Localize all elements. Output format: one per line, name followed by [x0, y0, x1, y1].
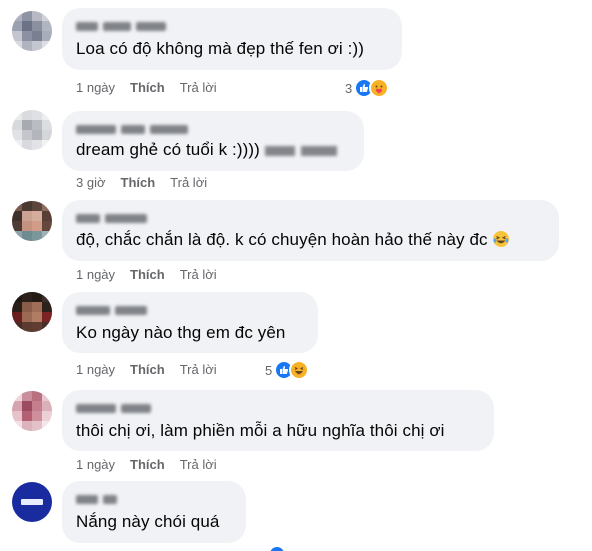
commenter-name-blurred[interactable] [76, 302, 306, 315]
reaction-summary[interactable]: 5 [265, 360, 310, 380]
comment-bubble: dream ghẻ có tuổi k :)))) [62, 111, 364, 171]
comment-actions: 3 giờ Thích Trả lời [76, 175, 207, 190]
comment-text: Nắng này chói quá [76, 512, 220, 531]
reply-button[interactable]: Trả lời [180, 267, 217, 282]
avatar[interactable] [12, 201, 52, 241]
comment-text: Loa có độ không mà đẹp thế fen ơi :)) [76, 39, 364, 58]
comment-time[interactable]: 1 ngày [76, 362, 115, 377]
like-button[interactable]: Thích [121, 175, 156, 190]
laughing-tears-icon [492, 230, 510, 254]
comment-text: Ko ngày nào thg em đc yên [76, 323, 286, 342]
reaction-summary[interactable]: 3 [345, 78, 390, 98]
commenter-name-blurred[interactable] [76, 18, 390, 31]
comment-time[interactable]: 1 ngày [76, 267, 115, 282]
reply-button[interactable]: Trả lời [180, 457, 217, 472]
comment-bubble: thôi chị ơi, làm phiền mỗi a hữu nghĩa t… [62, 390, 494, 451]
like-button[interactable]: Thích [130, 362, 165, 377]
haha-icon [289, 360, 310, 380]
comment-text: dream ghẻ có tuổi k :)))) [76, 139, 352, 161]
avatar[interactable] [12, 292, 52, 332]
comment-actions: 1 ngày Thích Trả lời [76, 80, 217, 95]
comment-bubble: Ko ngày nào thg em đc yên [62, 292, 318, 353]
avatar[interactable] [12, 11, 52, 51]
comment-text: thôi chị ơi, làm phiền mỗi a hữu nghĩa t… [76, 421, 445, 440]
care-icon [369, 78, 390, 98]
comment-actions: 1 ngày Thích Trả lời [76, 267, 217, 282]
reply-button[interactable]: Trả lời [180, 80, 217, 95]
commenter-name-blurred[interactable] [76, 121, 352, 134]
reaction-summary-partial [266, 547, 288, 551]
comment-time[interactable]: 3 giờ [76, 175, 106, 190]
reply-button[interactable]: Trả lời [180, 362, 217, 377]
comment-actions: 1 ngày Thích Trả lời [76, 457, 217, 472]
like-button[interactable]: Thích [130, 457, 165, 472]
comment-bubble: Loa có độ không mà đẹp thế fen ơi :)) [62, 8, 402, 70]
like-button[interactable]: Thích [130, 80, 165, 95]
comment-time[interactable]: 1 ngày [76, 80, 115, 95]
commenter-name-blurred[interactable] [76, 400, 482, 413]
commenter-name-blurred[interactable] [76, 210, 547, 223]
avatar[interactable] [12, 391, 52, 431]
commenter-name-blurred[interactable] [76, 491, 234, 504]
reaction-count: 5 [265, 362, 273, 378]
avatar[interactable] [12, 482, 52, 522]
avatar[interactable] [12, 110, 52, 150]
comment-text: độ, chắc chắn là độ. k có chuyện hoàn hả… [76, 229, 547, 254]
reaction-count: 3 [345, 80, 353, 96]
like-button[interactable]: Thích [130, 267, 165, 282]
comment-bubble: Nắng này chói quá [62, 481, 246, 543]
comment-time[interactable]: 1 ngày [76, 457, 115, 472]
comment-bubble: độ, chắc chắn là độ. k có chuyện hoàn hả… [62, 200, 559, 261]
reply-button[interactable]: Trả lời [170, 175, 207, 190]
comment-actions: 1 ngày Thích Trả lời [76, 362, 217, 377]
